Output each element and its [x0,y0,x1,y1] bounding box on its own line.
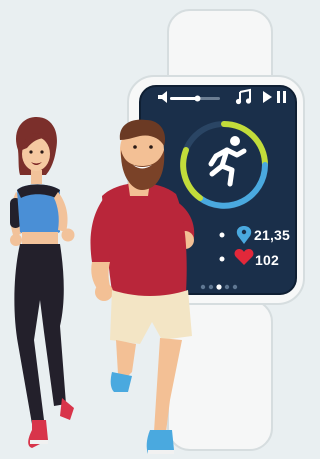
volume-slider-knob[interactable] [194,95,201,102]
illustration [0,0,308,459]
volume-slider-fill [170,97,198,100]
